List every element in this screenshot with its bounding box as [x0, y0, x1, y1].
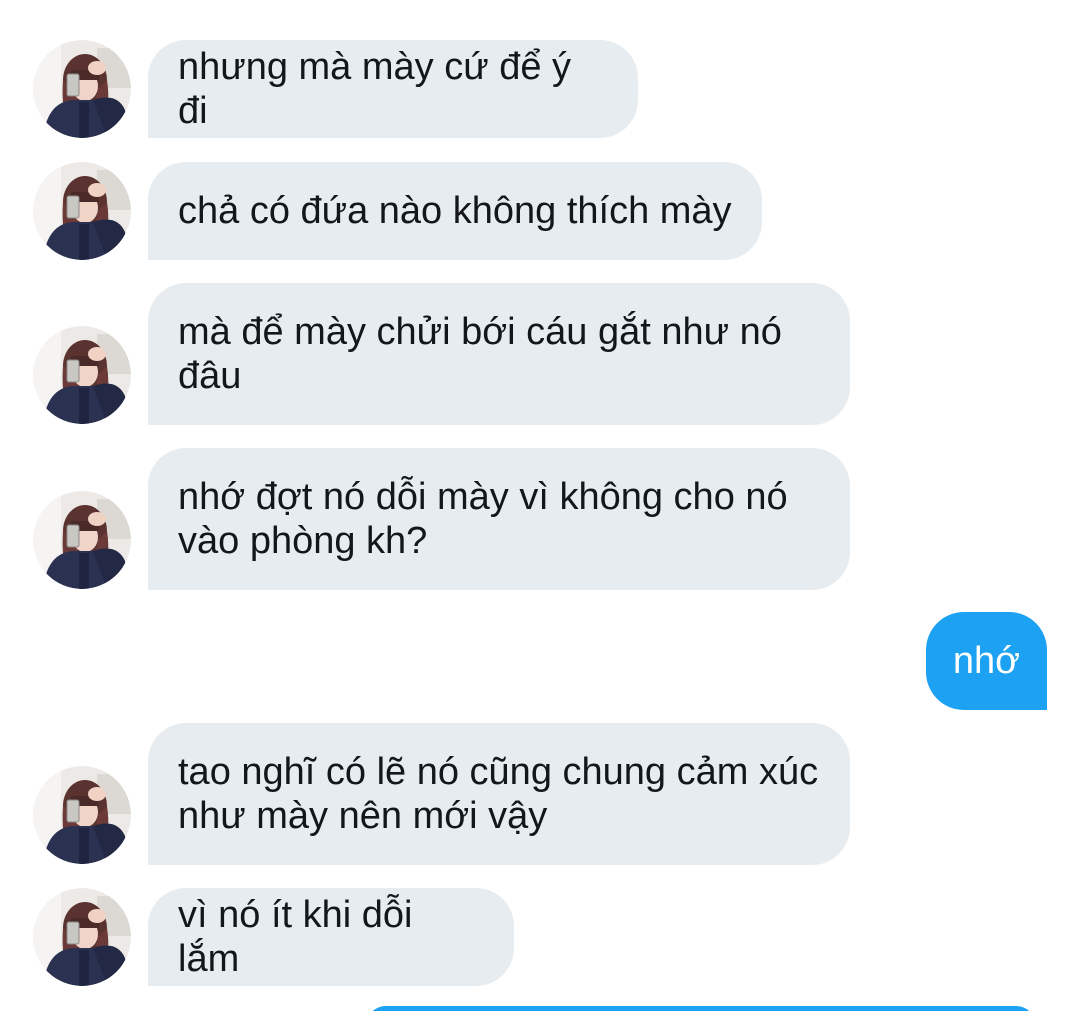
- message-bubble-outgoing[interactable]: nhớ: [926, 612, 1047, 710]
- avatar-photo-icon: [33, 491, 131, 589]
- avatar[interactable]: [33, 40, 131, 138]
- avatar[interactable]: [33, 888, 131, 986]
- message-bubble-incoming[interactable]: mà để mày chửi bới cáu gắt như nó đâu: [148, 283, 850, 425]
- message-bubble-incoming[interactable]: nhưng mà mày cứ để ý đi: [148, 40, 638, 138]
- message-text: nhưng mà mày cứ để ý đi: [178, 46, 572, 132]
- message-bubble-incoming[interactable]: tao nghĩ có lẽ nó cũng chung cảm xúc như…: [148, 723, 850, 865]
- message-text: tao nghĩ có lẽ nó cũng chung cảm xúc như…: [178, 751, 819, 837]
- conversation-thread: nhưng mà mày cứ để ý đi chả có đứa nào k…: [0, 0, 1080, 1011]
- message-text: mà để mày chửi bới cáu gắt như nó đâu: [178, 311, 782, 397]
- message-bubble-outgoing-partial[interactable]: [366, 1006, 1036, 1011]
- avatar[interactable]: [33, 162, 131, 260]
- message-bubble-incoming[interactable]: vì nó ít khi dỗi lắm: [148, 888, 514, 986]
- avatar-photo-icon: [33, 40, 131, 138]
- message-bubble-incoming[interactable]: nhớ đợt nó dỗi mày vì không cho nó vào p…: [148, 448, 850, 590]
- avatar-photo-icon: [33, 326, 131, 424]
- avatar-photo-icon: [33, 766, 131, 864]
- message-text: chả có đứa nào không thích mày: [178, 190, 732, 232]
- message-bubble-incoming[interactable]: chả có đứa nào không thích mày: [148, 162, 762, 260]
- avatar[interactable]: [33, 491, 131, 589]
- message-text: nhớ: [952, 640, 1021, 682]
- avatar-photo-icon: [33, 162, 131, 260]
- avatar[interactable]: [33, 766, 131, 864]
- avatar[interactable]: [33, 326, 131, 424]
- avatar-photo-icon: [33, 888, 131, 986]
- message-text: vì nó ít khi dỗi lắm: [178, 894, 413, 980]
- message-text: nhớ đợt nó dỗi mày vì không cho nó vào p…: [178, 476, 788, 562]
